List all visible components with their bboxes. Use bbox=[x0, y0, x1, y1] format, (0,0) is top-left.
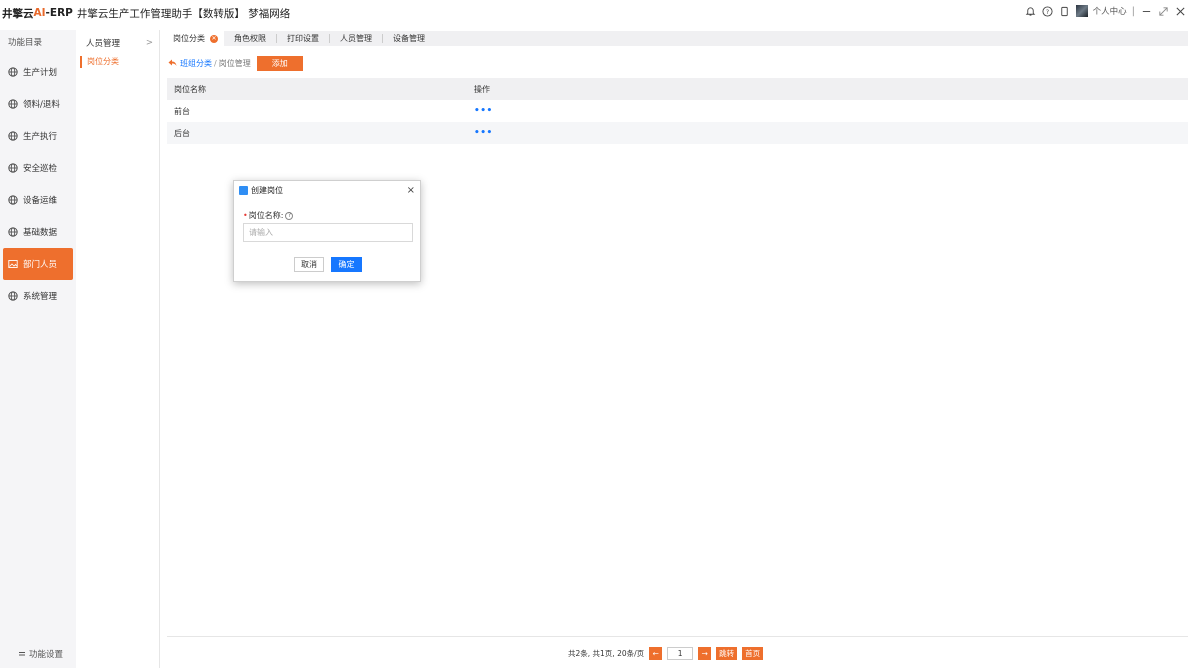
restore-icon[interactable] bbox=[1157, 5, 1169, 17]
tab-equipment-management[interactable]: 设备管理 bbox=[383, 31, 435, 46]
window-controls: ? 个人中心 | bbox=[1025, 5, 1186, 17]
sidebar-item-production-exec[interactable]: 生产执行 bbox=[0, 120, 76, 152]
chevron-right-icon: > bbox=[145, 38, 153, 48]
function-settings-button[interactable]: 功能设置 bbox=[18, 648, 63, 660]
prev-page-button[interactable]: ← bbox=[649, 647, 663, 660]
dialog-close-icon[interactable]: × bbox=[407, 185, 415, 196]
function-settings-label: 功能设置 bbox=[29, 650, 64, 660]
bell-icon[interactable] bbox=[1025, 5, 1037, 17]
table-header: 岗位名称 操作 bbox=[167, 78, 1188, 100]
sidebar-item-label: 基础数据 bbox=[23, 228, 58, 238]
globe-icon bbox=[8, 131, 18, 141]
minimize-icon[interactable] bbox=[1140, 5, 1152, 17]
cell-position-name: 前台 bbox=[174, 106, 190, 116]
sidebar-item-material[interactable]: 领料/退料 bbox=[0, 88, 76, 120]
sidebar-title: 功能目录 bbox=[8, 38, 43, 48]
close-icon[interactable] bbox=[1174, 5, 1186, 17]
sidebar-item-system[interactable]: 系统管理 bbox=[0, 280, 76, 312]
required-mark: • bbox=[243, 211, 248, 220]
sidebar-item-label: 生产计划 bbox=[23, 68, 58, 78]
tab-label: 岗位分类 bbox=[173, 34, 205, 43]
tab-close-icon[interactable]: ✕ bbox=[210, 34, 218, 43]
field-label-text: 岗位名称: bbox=[248, 211, 284, 220]
divider: | bbox=[1131, 5, 1135, 17]
first-page-button[interactable]: 首页 bbox=[742, 647, 764, 660]
brand-prefix: 井擎云 bbox=[2, 7, 34, 20]
cancel-button[interactable]: 取消 bbox=[294, 257, 324, 272]
sub-sidebar-item-position[interactable]: 岗位分类 bbox=[80, 56, 159, 68]
globe-icon bbox=[8, 67, 18, 77]
sidebar-item-label: 部门人员 bbox=[23, 260, 58, 270]
app-window-icon bbox=[239, 185, 248, 195]
position-name-input[interactable] bbox=[243, 223, 413, 242]
sidebar-item-label: 生产执行 bbox=[23, 132, 58, 142]
tab-position-category[interactable]: 岗位分类 ✕ bbox=[163, 31, 224, 46]
breadcrumb-separator: / bbox=[214, 58, 217, 68]
sub-sidebar-title[interactable]: 人员管理 > bbox=[76, 30, 159, 56]
sidebar-item-equipment[interactable]: 设备运维 bbox=[0, 184, 76, 216]
more-actions-icon[interactable]: ••• bbox=[474, 106, 493, 116]
cell-position-name: 后台 bbox=[174, 128, 190, 138]
breadcrumb-current: 岗位管理 bbox=[218, 58, 251, 68]
tab-bar: 岗位分类 ✕ 角色权限 打印设置 人员管理 设备管理 bbox=[163, 31, 1188, 46]
sidebar-item-label: 领料/退料 bbox=[23, 100, 60, 110]
tab-role-permission[interactable]: 角色权限 bbox=[224, 31, 276, 46]
page-number-input[interactable]: 1 bbox=[667, 647, 694, 660]
question-icon[interactable]: ? bbox=[285, 211, 294, 220]
pagination: 共2条, 共1页, 20条/页 ← 1 → 跳转 首页 bbox=[568, 647, 764, 660]
sub-sidebar: 人员管理 > 岗位分类 bbox=[76, 30, 160, 668]
sidebar-item-label: 安全巡检 bbox=[23, 164, 58, 174]
globe-icon bbox=[8, 195, 18, 205]
globe-icon bbox=[8, 291, 18, 301]
mobile-icon[interactable] bbox=[1059, 5, 1071, 17]
brand-ai: AI bbox=[33, 7, 46, 19]
breadcrumb: 班组分类 / 岗位管理 添加 bbox=[168, 55, 303, 71]
brand-logo: 井擎云 AI -ERP bbox=[0, 6, 73, 21]
sidebar-item-label: 设备运维 bbox=[23, 196, 58, 206]
menu-icon bbox=[19, 652, 25, 656]
next-page-button[interactable]: → bbox=[698, 647, 712, 660]
avatar[interactable] bbox=[1075, 5, 1088, 17]
column-header-name: 岗位名称 bbox=[174, 84, 206, 94]
title-bar: 井擎云 AI -ERP 井擎云生产工作管理助手【数转版】 梦福网络 ? 个人中心 | bbox=[0, 0, 1192, 26]
sidebar-item-department[interactable]: 部门人员 bbox=[3, 248, 73, 280]
user-center-link[interactable]: 个人中心 bbox=[1093, 5, 1127, 17]
main-sidebar: 功能目录 生产计划 领料/退料 生产执行 安全巡检 设备运维 基础数据 部门人员… bbox=[0, 30, 76, 668]
sub-sidebar-title-label: 人员管理 bbox=[86, 39, 121, 49]
position-name-label: • 岗位名称: ? bbox=[243, 210, 294, 221]
breadcrumb-parent-link[interactable]: 班组分类 bbox=[180, 58, 212, 69]
svg-text:?: ? bbox=[1046, 7, 1049, 15]
table-footer: 共2条, 共1页, 20条/页 ← 1 → 跳转 首页 bbox=[167, 636, 1188, 668]
help-icon[interactable]: ? bbox=[1042, 5, 1054, 17]
column-header-actions: 操作 bbox=[474, 84, 490, 94]
globe-icon bbox=[8, 163, 18, 173]
dialog-title: 创建岗位 bbox=[251, 185, 283, 195]
jump-button[interactable]: 跳转 bbox=[716, 647, 738, 660]
table-row: 后台 ••• bbox=[167, 122, 1188, 144]
globe-icon bbox=[8, 99, 18, 109]
brand-suffix: -ERP bbox=[45, 7, 73, 19]
sidebar-item-safety[interactable]: 安全巡检 bbox=[0, 152, 76, 184]
image-icon bbox=[8, 260, 18, 268]
back-arrow-icon[interactable] bbox=[168, 59, 177, 67]
add-button[interactable]: 添加 bbox=[256, 55, 303, 71]
pagination-summary: 共2条, 共1页, 20条/页 bbox=[568, 649, 645, 658]
position-table: 岗位名称 操作 前台 ••• 后台 ••• bbox=[167, 78, 1188, 144]
table-row: 前台 ••• bbox=[167, 100, 1188, 122]
globe-icon bbox=[8, 227, 18, 237]
create-position-dialog: 创建岗位 × • 岗位名称: ? 取消 确定 bbox=[233, 180, 421, 282]
more-actions-icon[interactable]: ••• bbox=[474, 128, 493, 138]
sidebar-item-label: 系统管理 bbox=[23, 292, 58, 302]
tab-staff-management[interactable]: 人员管理 bbox=[330, 31, 382, 46]
tab-print-settings[interactable]: 打印设置 bbox=[277, 31, 329, 46]
sidebar-item-base-data[interactable]: 基础数据 bbox=[0, 216, 76, 248]
dialog-header: 创建岗位 × bbox=[234, 181, 420, 199]
sidebar-item-production-plan[interactable]: 生产计划 bbox=[0, 56, 76, 88]
confirm-button[interactable]: 确定 bbox=[331, 257, 362, 272]
app-title: 井擎云生产工作管理助手【数转版】 梦福网络 bbox=[76, 7, 291, 20]
